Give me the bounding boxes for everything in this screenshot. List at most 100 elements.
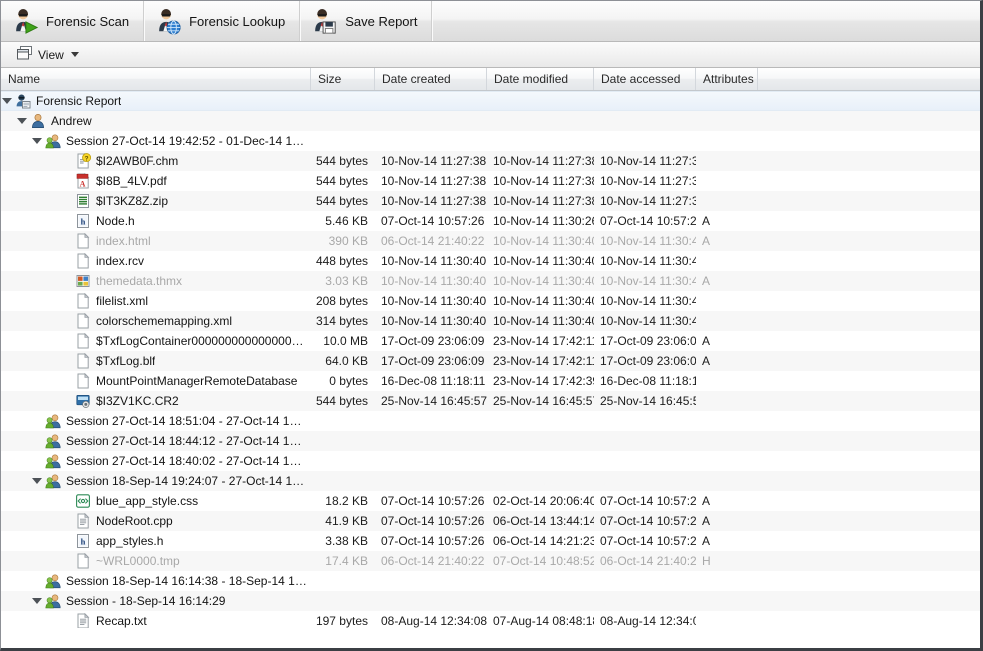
cell-date-modified: 06-Oct-14 13:44:14 [493, 514, 594, 528]
table-row[interactable]: Session 27-Oct-14 19:42:52 - 01-Dec-14 1… [1, 131, 980, 151]
column-header-modified[interactable]: Date modified [487, 68, 594, 90]
tree-expander-open[interactable] [31, 134, 45, 148]
cell-attributes: A [702, 334, 711, 348]
view-button[interactable]: View [9, 43, 87, 66]
row-name-label: NodeRoot.cpp [96, 514, 173, 528]
text-doc-icon [75, 613, 96, 628]
blank-file-icon [75, 553, 96, 569]
cell-date-modified: 10-Nov-14 11:30:40 [493, 314, 594, 328]
cell-date-accessed: 16-Dec-08 11:18:11 [600, 374, 696, 388]
table-row[interactable]: h app_styles.h 3.38 KB 07-Oct-14 10:57:26 06… [1, 531, 980, 551]
cell-attributes: A [702, 494, 711, 508]
tree-expander-open[interactable] [31, 474, 45, 488]
header-file-icon: h [75, 213, 96, 229]
cell-attributes: H [702, 554, 711, 568]
toolbar-button-label: Save Report [345, 13, 418, 29]
cell-name: $TxfLogContainer00000000000000000001 [1, 333, 311, 349]
tree-expander-placeholder [61, 394, 75, 408]
file-tree-grid[interactable]: Forensic Report Andrew Session 27-Oct-14 1… [1, 91, 980, 628]
table-row[interactable]: blue_app_style.css 18.2 KB 07-Oct-14 10:57… [1, 491, 980, 511]
svg-text:h: h [81, 536, 86, 546]
row-name-label: Session 27-Oct-14 18:40:02 - 27-Oct-14 1… [66, 454, 307, 468]
cell-name: ~WRL0000.tmp [1, 553, 311, 569]
cell-name: colorschememapping.xml [1, 313, 311, 329]
table-row[interactable]: $TxfLogContainer00000000000000000001 10.0… [1, 331, 980, 351]
row-name-label: $TxfLogContainer00000000000000000001 [96, 334, 307, 348]
thmx-icon [75, 273, 96, 289]
column-header-label: Attributes [703, 72, 754, 86]
cell-name: h app_styles.h [1, 533, 311, 549]
cell-size: 544 bytes [315, 154, 368, 168]
table-row[interactable]: ~WRL0000.tmp 17.4 KB 06-Oct-14 21:40:22 07-… [1, 551, 980, 571]
tree-expander-placeholder [61, 254, 75, 268]
table-row[interactable]: $I3ZV1KC.CR2 544 bytes 25-Nov-14 16:45:57 2… [1, 391, 980, 411]
cell-name: Recap.txt [1, 613, 311, 628]
cell-date-accessed: 25-Nov-14 16:45:57 [600, 394, 696, 408]
table-row[interactable]: MountPointManagerRemoteDatabase 0 bytes 16… [1, 371, 980, 391]
session-icon [45, 593, 66, 609]
column-header-created[interactable]: Date created [375, 68, 487, 90]
table-row[interactable]: themedata.thmx 3.03 KB 10-Nov-14 11:30:40 1… [1, 271, 980, 291]
cell-date-modified: 10-Nov-14 11:30:40 [493, 274, 594, 288]
column-header-filler[interactable] [758, 68, 980, 90]
table-row[interactable]: Session 18-Sep-14 19:24:07 - 27-Oct-14 1… [1, 471, 980, 491]
table-row[interactable]: Session 27-Oct-14 18:40:02 - 27-Oct-14 1… [1, 451, 980, 471]
agent-play-icon [11, 7, 39, 35]
table-row[interactable]: h Node.h 5.46 KB 07-Oct-14 10:57:26 10-Nov-1… [1, 211, 980, 231]
text-doc-icon [75, 513, 96, 529]
row-name-label: app_styles.h [96, 534, 164, 548]
table-row[interactable]: $IT3KZ8Z.zip 544 bytes 10-Nov-14 11:27:38 1… [1, 191, 980, 211]
row-name-label: Andrew [51, 114, 92, 128]
table-row[interactable]: Recap.txt 197 bytes 08-Aug-14 12:34:08 07-A… [1, 611, 980, 628]
column-header-attributes[interactable]: Attributes [696, 68, 758, 90]
css-icon [75, 493, 96, 509]
cell-size: 314 bytes [315, 314, 368, 328]
cell-size: 544 bytes [315, 174, 368, 188]
row-name-label: $I2AWB0F.chm [96, 154, 179, 168]
tree-expander-open[interactable] [31, 594, 45, 608]
tree-expander-placeholder [31, 434, 45, 448]
view-button-label: View [38, 47, 64, 62]
table-row[interactable]: Session - 18-Sep-14 16:14:29 [1, 591, 980, 611]
table-row[interactable]: ? $I2AWB0F.chm 544 bytes 10-Nov-14 11:27:38… [1, 151, 980, 171]
table-row[interactable]: Session 27-Oct-14 18:44:12 - 27-Oct-14 1… [1, 431, 980, 451]
row-name-label: $I3ZV1KC.CR2 [96, 394, 179, 408]
column-header-label: Date accessed [601, 72, 681, 86]
toolbar-button-save-report[interactable]: Save Report [300, 1, 433, 41]
table-row[interactable]: index.html 390 KB 06-Oct-14 21:40:22 10-Nov… [1, 231, 980, 251]
cell-attributes: A [702, 234, 711, 248]
forensic-report-window: Forensic Scan Forensic Lookup Save Report … [0, 0, 983, 651]
table-row[interactable]: NodeRoot.cpp 41.9 KB 07-Oct-14 10:57:26 06-… [1, 511, 980, 531]
cell-date-accessed: 07-Oct-14 10:57:26 [600, 514, 696, 528]
row-name-label: Forensic Report [36, 94, 122, 108]
table-row[interactable]: Forensic Report [1, 91, 980, 111]
view-toolbar: View [1, 42, 980, 68]
main-toolbar: Forensic Scan Forensic Lookup Save Report [1, 1, 980, 42]
tree-expander-open[interactable] [16, 114, 30, 128]
cell-date-created: 06-Oct-14 21:40:22 [381, 554, 485, 568]
table-row[interactable]: $TxfLog.blf 64.0 KB 17-Oct-09 23:06:09 23-N… [1, 351, 980, 371]
tree-expander-placeholder [31, 454, 45, 468]
cell-name: Forensic Report [1, 93, 311, 109]
table-row[interactable]: A $I8B_4LV.pdf 544 bytes 10-Nov-14 11:27:38… [1, 171, 980, 191]
cell-size: 0 bytes [329, 374, 368, 388]
table-row[interactable]: colorschememapping.xml 314 bytes 10-Nov-14… [1, 311, 980, 331]
tree-expander-placeholder [61, 534, 75, 548]
tree-expander-open[interactable] [1, 94, 15, 108]
cell-date-created: 17-Oct-09 23:06:09 [381, 334, 485, 348]
pdf-icon: A [75, 173, 96, 189]
svg-text:h: h [81, 216, 86, 226]
cell-size: 10.0 MB [323, 334, 368, 348]
table-row[interactable]: index.rcv 448 bytes 10-Nov-14 11:30:40 10-N… [1, 251, 980, 271]
column-header-label: Date created [382, 72, 451, 86]
toolbar-button-forensic-scan[interactable]: Forensic Scan [1, 1, 145, 41]
table-row[interactable]: filelist.xml 208 bytes 10-Nov-14 11:30:40 1… [1, 291, 980, 311]
column-header-accessed[interactable]: Date accessed [594, 68, 696, 90]
column-header-size[interactable]: Size [311, 68, 375, 90]
cell-attributes: A [702, 534, 711, 548]
toolbar-button-forensic-lookup[interactable]: Forensic Lookup [144, 1, 301, 41]
table-row[interactable]: Andrew [1, 111, 980, 131]
table-row[interactable]: Session 18-Sep-14 16:14:38 - 18-Sep-14 1… [1, 571, 980, 591]
table-row[interactable]: Session 27-Oct-14 18:51:04 - 27-Oct-14 1… [1, 411, 980, 431]
column-header-name[interactable]: Name [1, 68, 311, 90]
